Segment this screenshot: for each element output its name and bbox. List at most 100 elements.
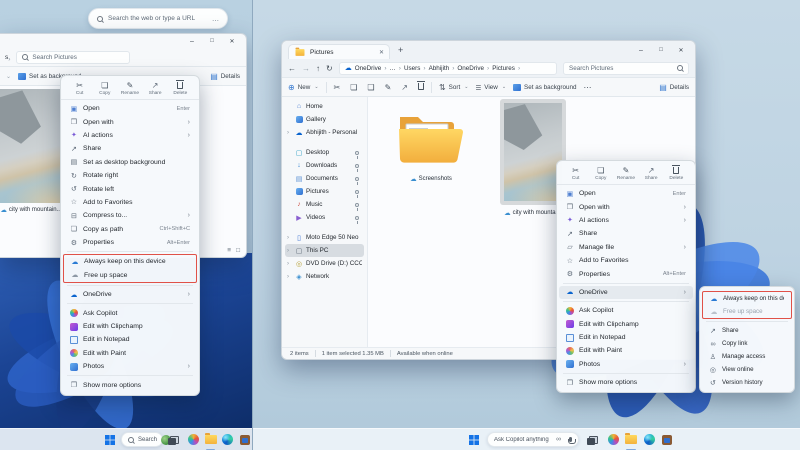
file-item-photo[interactable]: city with mountain... — [0, 89, 62, 214]
share-button[interactable]: ↗ — [401, 83, 408, 92]
edge-search-pill[interactable]: Search the web or type a URL — [88, 8, 228, 29]
delete-button[interactable] — [418, 83, 424, 92]
search-input[interactable]: Search Pictures — [563, 62, 689, 75]
up-icon[interactable] — [316, 64, 320, 73]
menu-item-copy-link[interactable]: ∞Copy link — [702, 337, 792, 350]
menu-item-set-as-desktop-background[interactable]: ▤Set as desktop background — [63, 156, 197, 169]
cut-button[interactable]: ✂ — [334, 83, 341, 92]
details-view-icon[interactable] — [227, 247, 231, 254]
details-button[interactable]: Details — [210, 72, 240, 81]
edge-button[interactable] — [641, 432, 657, 448]
sort-button[interactable]: Sort — [439, 83, 468, 92]
sidebar-item-desktop[interactable]: ▢Desktop — [285, 146, 364, 159]
file-item-folder[interactable]: Screenshots — [390, 109, 472, 183]
quick-action-copy[interactable]: ❏Copy — [93, 81, 117, 96]
sidebar-item-documents[interactable]: ▤Documents — [285, 172, 364, 185]
copilot-button[interactable] — [605, 432, 621, 448]
sidebar-item-moto-edge-50-neo[interactable]: ▯Moto Edge 50 Neo — [285, 231, 364, 244]
store-button[interactable] — [659, 432, 675, 448]
menu-item-edit-in-notepad[interactable]: Edit in Notepad — [63, 333, 197, 346]
maximize-button[interactable] — [202, 35, 222, 47]
menu-item-open-with[interactable]: ❒Open with — [63, 115, 197, 128]
quick-action-rename[interactable]: ✎Rename — [118, 81, 142, 96]
quick-action-cut[interactable]: ✂Cut — [68, 81, 92, 96]
sidebar-item-abhijith-personal[interactable]: ☁Abhijith - Personal — [285, 126, 364, 139]
file-explorer-button[interactable] — [623, 432, 639, 448]
paste-button[interactable]: ❑ — [367, 83, 374, 92]
menu-item-compress-to[interactable]: ⊟Compress to... — [63, 209, 197, 222]
copilot-search-box[interactable]: Ask Copilot anything — [487, 432, 579, 447]
sidebar-item-gallery[interactable]: Gallery — [285, 113, 364, 126]
menu-item-add-to-favorites[interactable]: ☆Add to Favorites — [559, 254, 693, 267]
quick-action-share[interactable]: ↗Share — [143, 81, 167, 96]
tab-close-icon[interactable] — [379, 49, 384, 56]
see-more-icon[interactable] — [584, 83, 592, 92]
menu-item-properties[interactable]: ⚙PropertiesAlt+Enter — [559, 267, 693, 280]
menu-item-open[interactable]: ▣OpenEnter — [63, 102, 197, 115]
menu-item-add-to-favorites[interactable]: ☆Add to Favorites — [63, 196, 197, 209]
file-explorer-button[interactable] — [203, 432, 218, 448]
new-tab-button[interactable] — [398, 45, 403, 55]
breadcrumb-segment-onedrive[interactable]: OneDrive — [457, 65, 484, 72]
details-button[interactable]: Details — [659, 83, 689, 92]
edge-button[interactable] — [220, 432, 235, 448]
sidebar-item-music[interactable]: ♪Music — [285, 198, 364, 211]
menu-item-edit-with-paint[interactable]: Edit with Paint — [63, 347, 197, 360]
menu-item-rotate-right[interactable]: ↻Rotate right — [63, 169, 197, 182]
breadcrumb-segment-[interactable]: … — [389, 65, 395, 72]
menu-item-view-online[interactable]: ◎View online — [702, 363, 792, 376]
menu-item-edit-with-clipchamp[interactable]: Edit with Clipchamp — [559, 318, 693, 331]
start-button[interactable] — [466, 432, 482, 448]
quick-action-copy[interactable]: ❏Copy — [589, 166, 613, 181]
menu-item-open[interactable]: ▣OpenEnter — [559, 187, 693, 200]
breadcrumb-segment-pictures[interactable]: Pictures — [492, 65, 515, 72]
tab-pictures[interactable]: Pictures — [288, 44, 390, 59]
menu-item-free-up-space[interactable]: ☁Free up space — [64, 269, 196, 282]
menu-item-share[interactable]: ↗Share — [702, 324, 792, 337]
breadcrumb[interactable]: s — [0, 54, 8, 61]
minimize-button[interactable] — [182, 35, 202, 47]
sidebar-item-pictures[interactable]: Pictures — [285, 185, 364, 198]
sidebar-item-home[interactable]: ⌂Home — [285, 100, 364, 113]
maximize-button[interactable] — [651, 44, 671, 56]
set-as-background-button[interactable]: Set as background — [513, 84, 577, 91]
menu-item-ask-copilot[interactable]: Ask Copilot — [63, 306, 197, 319]
menu-item-show-more-options[interactable]: ❐Show more options — [559, 376, 693, 389]
copilot-button[interactable] — [186, 432, 201, 448]
menu-item-rotate-left[interactable]: ↺Rotate left — [63, 182, 197, 195]
store-button[interactable] — [237, 432, 252, 448]
breadcrumb-segment-onedrive[interactable]: OneDrive — [355, 65, 382, 72]
menu-item-edit-with-clipchamp[interactable]: Edit with Clipchamp — [63, 320, 197, 333]
quick-action-delete[interactable]: Delete — [664, 166, 688, 181]
menu-item-free-up-space[interactable]: ☁Free up space — [703, 305, 791, 318]
menu-item-onedrive[interactable]: ☁OneDrive — [63, 288, 197, 301]
menu-item-manage-file[interactable]: ▱Manage file — [559, 241, 693, 254]
task-view-button[interactable] — [585, 432, 601, 448]
minimize-button[interactable] — [631, 44, 651, 56]
sidebar-item-videos[interactable]: ▶Videos — [285, 211, 364, 224]
menu-item-properties[interactable]: ⚙PropertiesAlt+Enter — [63, 236, 197, 249]
forward-icon[interactable] — [302, 64, 310, 73]
breadcrumb-segment-users[interactable]: Users — [404, 65, 420, 72]
menu-item-manage-access[interactable]: ♙Manage access — [702, 350, 792, 363]
view-button[interactable]: View — [475, 83, 506, 92]
rename-button[interactable]: ✎ — [385, 83, 392, 92]
sidebar-item-downloads[interactable]: ↓Downloads — [285, 159, 364, 172]
menu-item-version-history[interactable]: ↺Version history — [702, 376, 792, 389]
menu-item-ai-actions[interactable]: ✦AI actions — [63, 129, 197, 142]
back-icon[interactable] — [288, 64, 296, 73]
close-button[interactable] — [671, 44, 691, 56]
menu-item-onedrive[interactable]: ☁OneDrive — [559, 286, 693, 299]
start-button[interactable] — [102, 432, 117, 448]
copy-button[interactable]: ❏ — [350, 83, 357, 92]
menu-item-open-with[interactable]: ❒Open with — [559, 200, 693, 213]
microphone-icon[interactable] — [569, 437, 572, 442]
taskbar-search-box[interactable]: Search — [121, 432, 163, 447]
refresh-icon[interactable] — [326, 64, 333, 73]
new-button[interactable]: New — [288, 83, 319, 92]
more-options-icon[interactable] — [212, 10, 219, 28]
quick-action-cut[interactable]: ✂Cut — [564, 166, 588, 181]
menu-item-always-keep-on-this-device[interactable]: ☁Always keep on this device — [64, 255, 196, 268]
menu-item-edit-in-notepad[interactable]: Edit in Notepad — [559, 331, 693, 344]
quick-action-share[interactable]: ↗Share — [639, 166, 663, 181]
